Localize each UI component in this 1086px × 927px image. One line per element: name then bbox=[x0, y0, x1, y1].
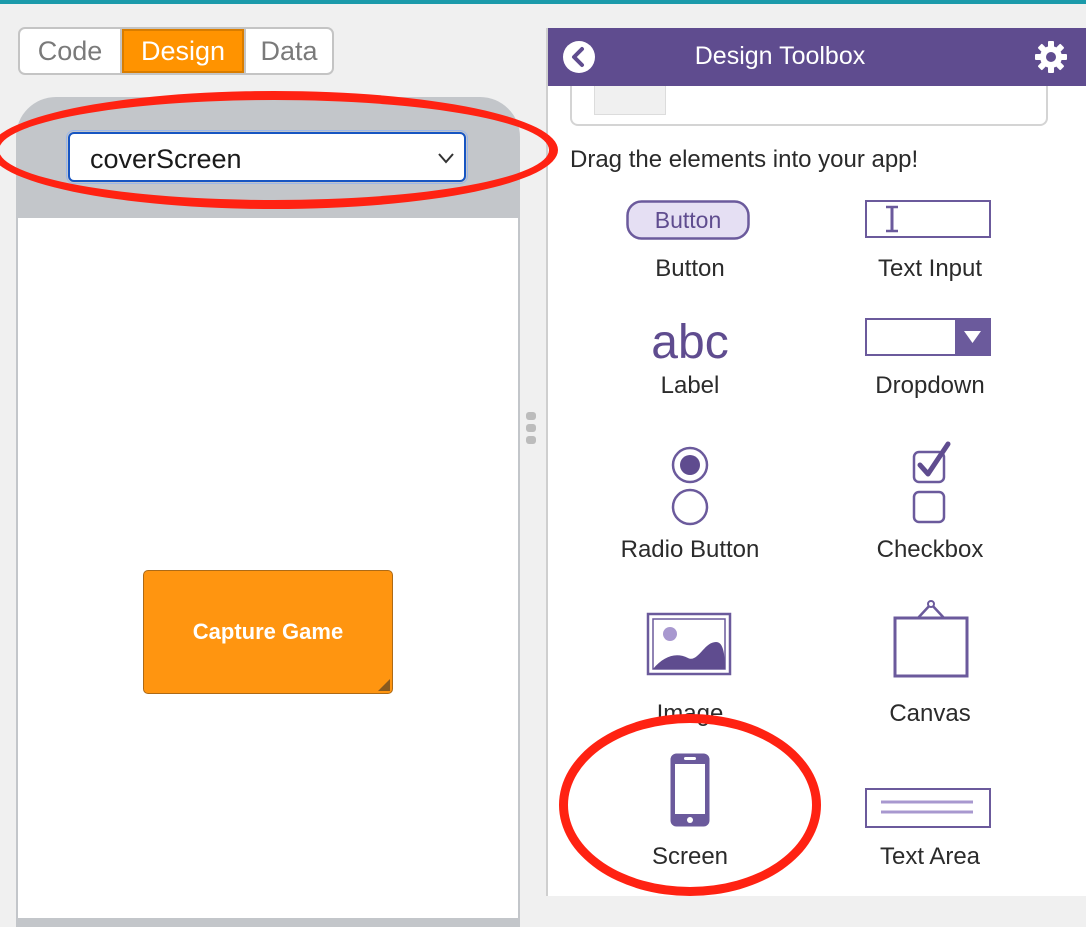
panel-splitter-handle[interactable] bbox=[526, 412, 538, 452]
top-accent-bar bbox=[0, 0, 1086, 4]
chevron-down-icon bbox=[438, 153, 454, 164]
toolbox-item-text-area[interactable]: Text Area bbox=[810, 748, 1050, 878]
phone-frame bbox=[16, 97, 520, 927]
text-input-icon bbox=[865, 200, 991, 238]
toolbox-item-radio-button[interactable]: Radio Button bbox=[570, 438, 810, 568]
app-screen-canvas[interactable] bbox=[18, 218, 518, 918]
toolbox-item-image[interactable]: Image bbox=[570, 596, 810, 727]
screen-selector-dropdown[interactable]: coverScreen bbox=[66, 130, 468, 184]
toolbox-item-button[interactable]: Button Button bbox=[570, 198, 810, 288]
toolbox-item-label: Canvas bbox=[889, 700, 971, 727]
toolbox-item-label: Radio Button bbox=[620, 536, 760, 563]
design-toolbox-panel: Default Design Toolbox Drag the elements… bbox=[546, 28, 1086, 896]
checkbox-icon bbox=[912, 441, 951, 524]
toolbox-item-label: Checkbox bbox=[876, 536, 984, 563]
image-icon bbox=[646, 612, 732, 676]
button-icon: Button bbox=[626, 200, 750, 240]
toolbox-item-label: Text Area bbox=[879, 843, 981, 870]
toolbox-item-canvas[interactable]: Canvas bbox=[810, 596, 1050, 727]
toolbox-item-label: Text Input bbox=[877, 255, 983, 282]
screen-icon bbox=[670, 753, 710, 827]
toolbox-item-checkbox[interactable]: Checkbox bbox=[810, 438, 1050, 568]
label-icon: abc bbox=[651, 316, 728, 366]
label-icon-text: abc bbox=[651, 316, 728, 366]
gear-icon[interactable] bbox=[1034, 40, 1068, 74]
mode-tabs: Code Design Data bbox=[18, 27, 334, 75]
toolbox-item-screen[interactable]: Screen bbox=[570, 748, 810, 878]
toolbox-item-label-text: Label bbox=[660, 372, 720, 399]
tab-design[interactable]: Design bbox=[122, 29, 244, 73]
canvas-icon bbox=[893, 600, 969, 678]
screen-selector-value: coverScreen bbox=[90, 144, 242, 174]
tab-code[interactable]: Code bbox=[20, 29, 122, 73]
toolbox-title: Design Toolbox bbox=[694, 42, 866, 70]
tab-data[interactable]: Data bbox=[244, 29, 332, 73]
toolbox-item-label: Button bbox=[655, 255, 725, 282]
toolbox-item-label: Dropdown bbox=[875, 372, 985, 399]
toolbox-header: Design Toolbox bbox=[548, 28, 1086, 86]
capture-game-button[interactable]: Capture Game bbox=[143, 570, 393, 694]
text-area-icon bbox=[865, 788, 991, 828]
dropdown-icon bbox=[865, 318, 991, 356]
toolbox-item-label[interactable]: abc Label bbox=[570, 316, 810, 406]
toolbox-item-label: Image bbox=[656, 700, 724, 727]
toolbox-instructions: Drag the elements into your app! bbox=[570, 146, 919, 173]
toolbox-item-text-input[interactable]: Text Input bbox=[810, 198, 1050, 288]
resize-grip-icon[interactable] bbox=[378, 679, 390, 691]
toolbox-item-label: Screen bbox=[651, 843, 729, 870]
toolbox-item-dropdown[interactable]: Dropdown bbox=[810, 316, 1050, 406]
button-icon-text: Button bbox=[655, 207, 722, 233]
radio-button-icon bbox=[671, 446, 709, 526]
capture-game-button-label: Capture Game bbox=[192, 619, 344, 644]
